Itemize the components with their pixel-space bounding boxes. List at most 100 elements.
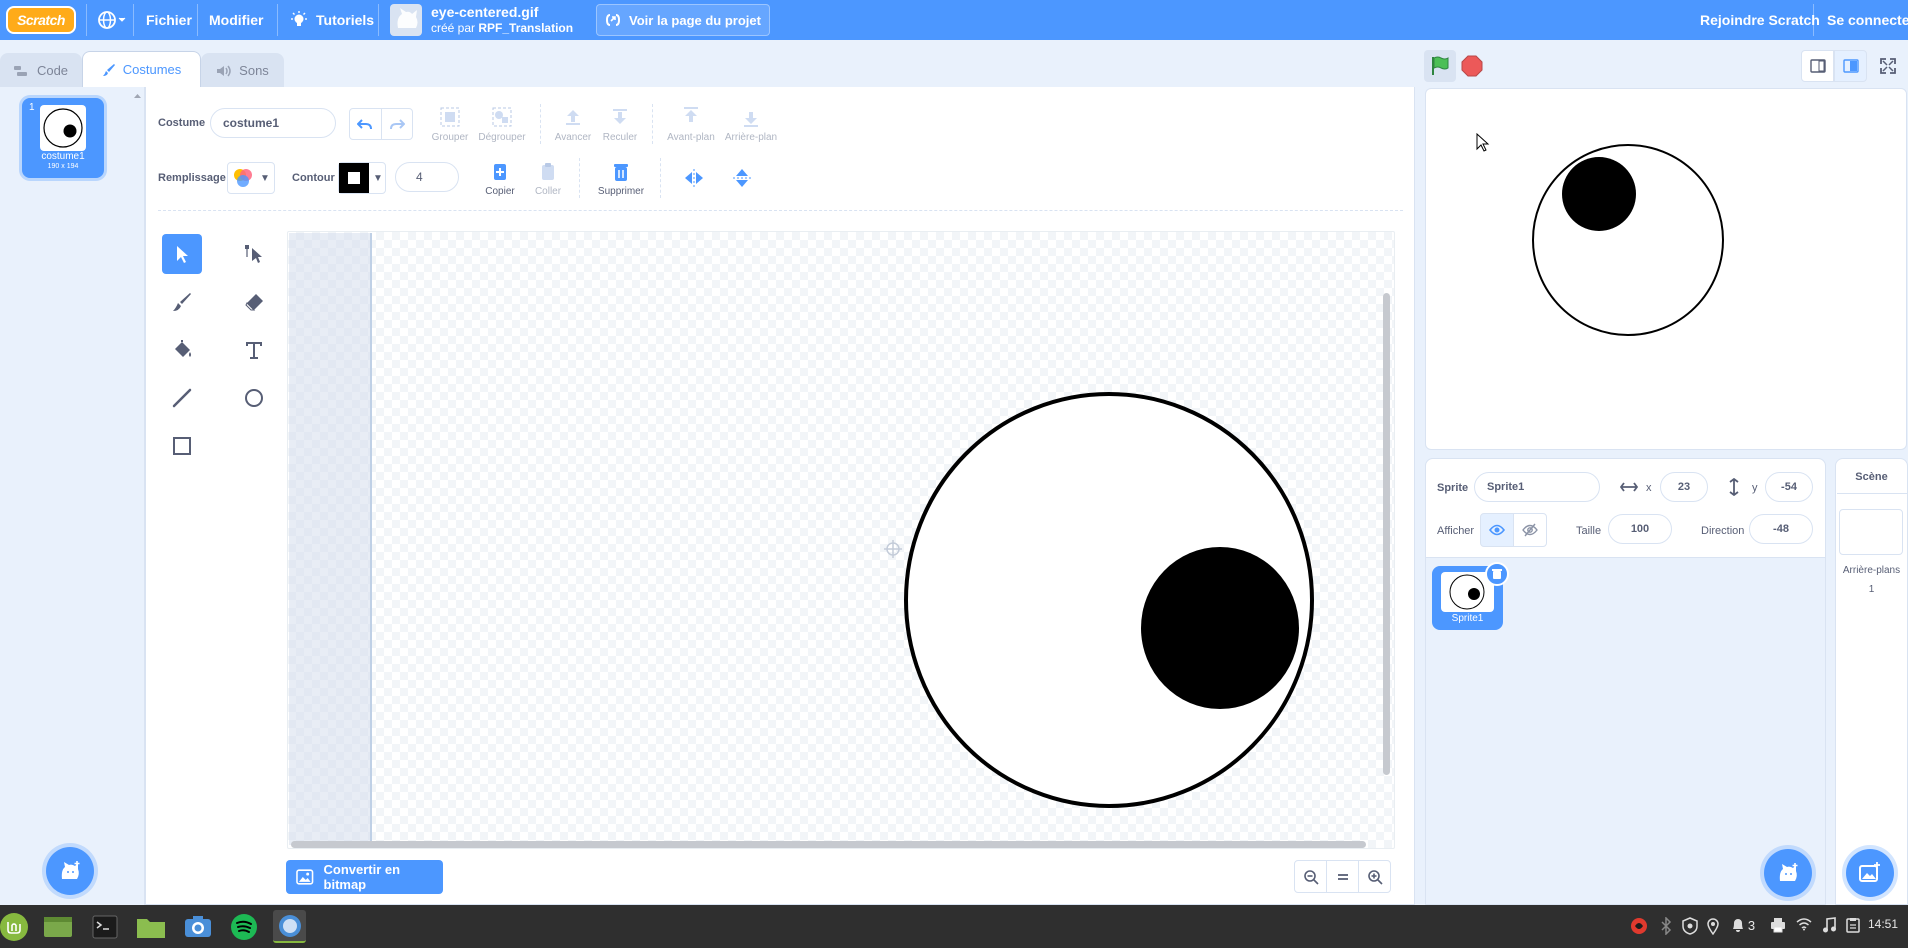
forward-button[interactable]: Avancer xyxy=(551,106,595,143)
select-tool[interactable] xyxy=(162,234,202,274)
screenshot-icon[interactable] xyxy=(181,910,214,943)
direction-label: Direction xyxy=(1701,525,1745,537)
notifications-indicator[interactable]: 3 xyxy=(1728,917,1758,933)
ungroup-button[interactable]: Dégrouper xyxy=(476,106,528,143)
see-project-button[interactable]: Voir la page du projet xyxy=(596,4,770,36)
stage-canvas[interactable] xyxy=(1425,88,1907,450)
x-value: 23 xyxy=(1677,481,1691,493)
delete-button[interactable]: Supprimer xyxy=(595,162,647,197)
zoom-in-button[interactable] xyxy=(1358,860,1391,893)
vertical-arrows-icon xyxy=(1729,478,1739,496)
canvas-outside-area xyxy=(289,233,372,845)
music-icon[interactable] xyxy=(1820,917,1838,933)
green-flag-button[interactable] xyxy=(1424,50,1456,82)
project-title[interactable]: eye-centered.gif xyxy=(431,4,538,20)
fill-swatch-icon xyxy=(234,169,252,187)
choose-costume-button[interactable] xyxy=(46,847,94,895)
zoom-out-button[interactable] xyxy=(1294,860,1327,893)
undo-button[interactable] xyxy=(350,109,382,139)
wifi-icon[interactable] xyxy=(1795,917,1813,931)
backward-button[interactable]: Reculer xyxy=(598,106,642,143)
x-label: x xyxy=(1646,482,1652,494)
rectangle-tool[interactable] xyxy=(162,426,202,466)
tutorials-menu[interactable]: Tutoriels xyxy=(290,0,374,40)
outline-width-input[interactable]: 4 xyxy=(395,162,459,192)
redo-button[interactable] xyxy=(382,109,413,139)
tab-code[interactable]: Code xyxy=(0,53,82,87)
sprite-name-input[interactable]: Sprite1 xyxy=(1474,472,1600,502)
backdrops-count: 1 xyxy=(1868,584,1875,595)
fullscreen-button[interactable] xyxy=(1872,50,1904,82)
browser-icon[interactable] xyxy=(273,910,306,943)
stop-button[interactable] xyxy=(1461,55,1483,77)
tab-sounds[interactable]: Sons xyxy=(201,53,284,87)
flip-horizontal-icon xyxy=(685,169,703,187)
circle-tool[interactable] xyxy=(234,378,274,418)
line-tool[interactable] xyxy=(162,378,202,418)
spotify-icon[interactable] xyxy=(227,910,260,943)
y-position-input[interactable]: -54 xyxy=(1765,472,1813,502)
outline-color-picker[interactable]: ▼ xyxy=(338,162,386,194)
text-tool[interactable] xyxy=(234,330,274,370)
hide-sprite-button[interactable] xyxy=(1513,513,1547,547)
stage-sprite[interactable] xyxy=(1426,89,1907,450)
clipboard-icon[interactable] xyxy=(1844,917,1862,933)
location-icon[interactable] xyxy=(1705,917,1721,935)
clock[interactable]: 14:51 xyxy=(1868,917,1908,931)
size-input[interactable]: 100 xyxy=(1608,514,1672,544)
back-button[interactable]: Arrière-plan xyxy=(722,106,780,143)
eraser-icon xyxy=(245,294,263,311)
choose-backdrop-button[interactable] xyxy=(1846,849,1894,897)
choose-sprite-button[interactable] xyxy=(1764,849,1812,897)
front-button[interactable]: Avant-plan xyxy=(665,106,717,143)
scratch-logo[interactable]: Scratch xyxy=(6,6,76,34)
costume-list-scrollbar[interactable] xyxy=(133,92,142,902)
files-icon[interactable] xyxy=(134,910,167,943)
tab-costumes[interactable]: Costumes xyxy=(82,51,201,87)
stage-target-pane[interactable]: Scène Arrière-plans 1 xyxy=(1835,458,1908,905)
shield-icon[interactable] xyxy=(1680,917,1700,935)
costume-name-input[interactable]: costume1 xyxy=(210,108,336,138)
paste-button[interactable]: Coller xyxy=(528,162,568,197)
file-menu[interactable]: Fichier xyxy=(146,0,192,40)
canvas-vertical-scrollbar[interactable] xyxy=(1383,293,1390,775)
app-tray-icon[interactable] xyxy=(1628,917,1650,935)
fill-color-picker[interactable]: ▼ xyxy=(227,162,275,194)
show-sprite-button[interactable] xyxy=(1480,513,1514,547)
costume-item[interactable]: 1 costume1 190 x 194 xyxy=(22,98,104,178)
circle-icon xyxy=(245,389,263,407)
edit-menu[interactable]: Modifier xyxy=(209,0,263,40)
x-position-input[interactable]: 23 xyxy=(1660,472,1708,502)
bluetooth-icon[interactable] xyxy=(1657,917,1675,935)
mint-menu-icon[interactable] xyxy=(0,913,28,941)
delete-sprite-button[interactable] xyxy=(1485,562,1509,586)
front-icon xyxy=(684,107,698,122)
group-button[interactable]: Grouper xyxy=(428,106,472,143)
join-scratch-link[interactable]: Rejoindre Scratch xyxy=(1700,0,1820,40)
flip-vertical-button[interactable] xyxy=(730,166,754,190)
terminal-icon[interactable] xyxy=(88,910,121,943)
paint-canvas[interactable] xyxy=(287,231,1395,849)
sign-in-link[interactable]: Se connecter xyxy=(1827,0,1908,40)
normal-stage-button[interactable] xyxy=(1834,50,1867,82)
convert-to-bitmap-button[interactable]: Convertir en bitmap xyxy=(286,860,443,894)
reshape-tool[interactable] xyxy=(234,234,274,274)
eraser-tool[interactable] xyxy=(234,282,274,322)
fill-tool[interactable] xyxy=(162,330,202,370)
brush-tool[interactable] xyxy=(162,282,202,322)
flip-horizontal-button[interactable] xyxy=(682,166,706,190)
canvas-horizontal-scrollbar[interactable] xyxy=(291,841,1366,848)
backdrops-label: Arrière-plans xyxy=(1842,565,1901,576)
printer-icon[interactable] xyxy=(1769,917,1787,933)
brush-icon xyxy=(102,63,115,76)
author-name[interactable]: RPF_Translation xyxy=(478,21,573,35)
zoom-reset-button[interactable] xyxy=(1326,860,1359,893)
language-menu[interactable] xyxy=(97,0,127,40)
copy-button[interactable]: Copier xyxy=(480,162,520,197)
direction-input[interactable]: -48 xyxy=(1749,514,1813,544)
small-stage-button[interactable] xyxy=(1801,50,1834,82)
paste-label: Coller xyxy=(534,186,562,197)
cat-plus-icon xyxy=(1779,863,1798,881)
show-desktop-icon[interactable] xyxy=(41,910,74,943)
costume-name-label: Costume xyxy=(158,117,206,129)
